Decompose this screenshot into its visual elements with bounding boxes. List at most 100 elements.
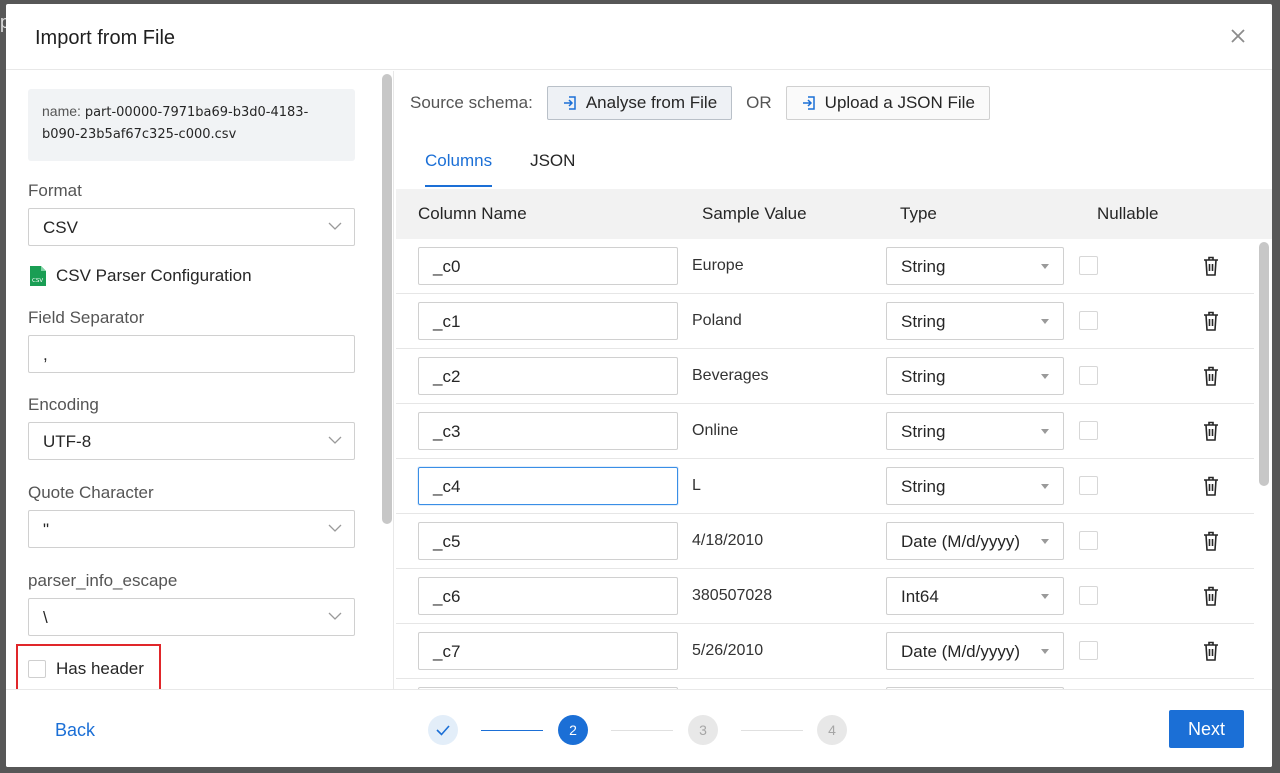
trash-icon[interactable]	[1201, 310, 1221, 332]
file-name-label: name:	[42, 103, 85, 119]
has-header-option[interactable]: Has header	[28, 659, 144, 679]
column-name-input[interactable]: _c5	[418, 522, 678, 560]
escape-select[interactable]: \	[28, 598, 355, 636]
sample-value: Poland	[692, 312, 742, 329]
sample-value: Beverages	[692, 367, 769, 384]
trash-icon[interactable]	[1201, 530, 1221, 552]
sample-value: Online	[692, 422, 739, 439]
nullable-checkbox[interactable]	[1079, 421, 1098, 440]
schema-tabs: Columns JSON	[425, 151, 575, 187]
nullable-checkbox[interactable]	[1079, 531, 1098, 550]
table-row-partial	[396, 679, 1254, 689]
type-header: Type	[900, 204, 937, 223]
table-row: _c1 Poland String	[396, 294, 1254, 349]
encoding-select[interactable]: UTF-8	[28, 422, 355, 460]
nullable-checkbox[interactable]	[1079, 366, 1098, 385]
has-header-checkbox[interactable]	[28, 660, 46, 678]
column-name-input[interactable]: _c3	[418, 412, 678, 450]
import-icon	[802, 96, 815, 110]
field-separator-input[interactable]: ,	[28, 335, 355, 373]
sample-value: 380507028	[692, 587, 773, 604]
type-select[interactable]: String	[886, 247, 1064, 285]
nullable-checkbox[interactable]	[1079, 586, 1098, 605]
nullable-checkbox[interactable]	[1079, 311, 1098, 330]
import-modal: Import from File name: part-00000-7971ba…	[6, 4, 1272, 767]
column-name-header: Column Name	[418, 204, 527, 223]
csv-file-icon: CSV	[30, 266, 46, 286]
table-row: _c3 Online String	[396, 404, 1254, 459]
column-name-input[interactable]: _c7	[418, 632, 678, 670]
chevron-down-icon	[328, 222, 342, 230]
column-name-input[interactable]: _c1	[418, 302, 678, 340]
type-select[interactable]: String	[886, 357, 1064, 395]
trash-icon[interactable]	[1201, 585, 1221, 607]
type-select[interactable]: Date (M/d/yyyy)	[886, 522, 1064, 560]
column-name-input[interactable]: _c6	[418, 577, 678, 615]
type-value: String	[901, 367, 946, 386]
back-button[interactable]: Back	[55, 720, 95, 741]
analyse-from-file-button[interactable]: Analyse from File	[546, 86, 733, 120]
quote-character-select[interactable]: "	[28, 510, 355, 548]
trash-icon[interactable]	[1201, 475, 1221, 497]
quote-character-label: Quote Character	[28, 483, 154, 502]
tab-json[interactable]: JSON	[530, 151, 575, 187]
csv-parser-title: CSV CSV Parser Configuration	[28, 265, 252, 287]
type-value: Date (M/d/yyyy)	[901, 642, 1021, 661]
left-panel-scrollbar[interactable]	[382, 74, 392, 524]
step-connector	[481, 730, 543, 731]
modal-header: Import from File	[6, 4, 1272, 70]
caret-down-icon	[1041, 484, 1049, 489]
trash-icon[interactable]	[1201, 255, 1221, 277]
type-select[interactable]: Int64	[886, 577, 1064, 615]
import-icon	[563, 96, 576, 110]
format-label: Format	[28, 181, 82, 200]
format-select[interactable]: CSV	[28, 208, 355, 246]
encoding-value: UTF-8	[43, 432, 92, 451]
tab-columns[interactable]: Columns	[425, 151, 493, 187]
table-row: _c5 4/18/2010 Date (M/d/yyyy)	[396, 514, 1254, 569]
caret-down-icon	[1041, 594, 1049, 599]
column-name-input[interactable]: _c4	[418, 467, 678, 505]
escape-label: parser_info_escape	[28, 571, 178, 590]
table-row: _c6 380507028 Int64	[396, 569, 1254, 624]
column-name-input[interactable]: _c0	[418, 247, 678, 285]
close-icon	[1231, 29, 1245, 43]
table-row: _c0 Europe String	[396, 239, 1254, 294]
close-button[interactable]	[1226, 24, 1250, 48]
type-select[interactable]: Date (M/d/yyyy)	[886, 632, 1064, 670]
file-name-line1: part-00000-7971ba69-b3d0-4183-	[84, 105, 309, 120]
upload-json-label: Upload a JSON File	[824, 93, 975, 112]
column-name-input[interactable]: _c2	[418, 357, 678, 395]
nullable-checkbox[interactable]	[1079, 476, 1098, 495]
nullable-checkbox[interactable]	[1079, 256, 1098, 275]
file-name-box: name: part-00000-7971ba69-b3d0-4183- b09…	[28, 89, 355, 161]
source-schema-row: Source schema: Analyse from File OR Uplo…	[410, 86, 990, 120]
next-button[interactable]: Next	[1169, 710, 1244, 748]
type-value: String	[901, 312, 946, 331]
type-select[interactable]: String	[886, 467, 1064, 505]
trash-icon[interactable]	[1201, 420, 1221, 442]
column-name-value: _c5	[433, 532, 461, 551]
type-value: Int64	[901, 587, 939, 606]
type-select[interactable]: String	[886, 412, 1064, 450]
column-rows: _c0 Europe String _c1 Poland String _c2 …	[396, 239, 1254, 689]
trash-icon[interactable]	[1201, 640, 1221, 662]
type-value: String	[901, 257, 946, 276]
type-select[interactable]: String	[886, 302, 1064, 340]
type-value: String	[901, 422, 946, 441]
sample-value: 5/26/2010	[692, 642, 764, 659]
trash-icon[interactable]	[1201, 365, 1221, 387]
or-text: OR	[746, 93, 772, 112]
parser-settings-panel: name: part-00000-7971ba69-b3d0-4183- b09…	[6, 71, 394, 689]
upload-json-button[interactable]: Upload a JSON File	[785, 86, 990, 120]
table-row: _c4 L String	[396, 459, 1254, 514]
table-scrollbar[interactable]	[1259, 242, 1269, 486]
caret-down-icon	[1041, 374, 1049, 379]
column-name-value: _c6	[433, 587, 461, 606]
column-name-value: _c7	[433, 642, 461, 661]
nullable-header: Nullable	[1097, 204, 1159, 223]
file-name-line2: b090-23b5af67c325-c000.csv	[42, 127, 237, 142]
nullable-checkbox[interactable]	[1079, 641, 1098, 660]
step-connector	[611, 730, 673, 731]
column-name-value: _c0	[433, 257, 461, 276]
